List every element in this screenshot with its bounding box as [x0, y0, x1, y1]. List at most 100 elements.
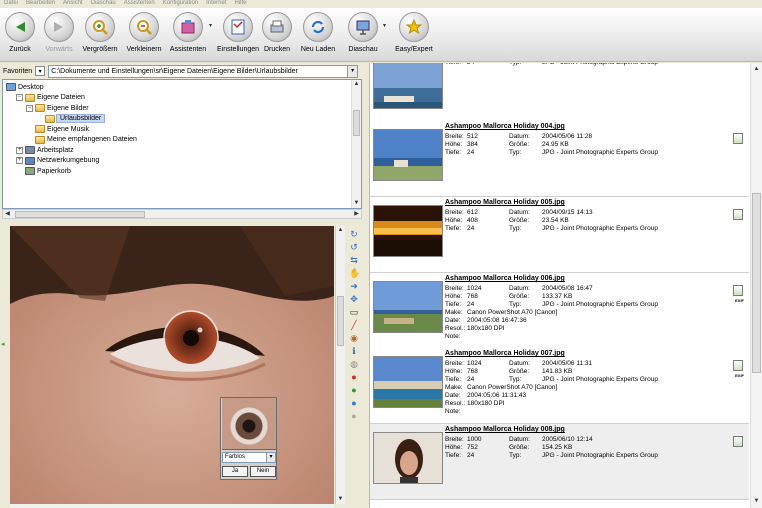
scroll-up-icon[interactable]: ▲ — [336, 226, 345, 235]
menu-item[interactable]: Assistenten — [124, 0, 155, 8]
menu-item[interactable]: Datei — [4, 0, 18, 8]
select-rect-icon[interactable]: ▭ — [349, 307, 359, 317]
menu-item[interactable]: Konfiguration — [163, 0, 198, 8]
tree-hscroll-thumb[interactable] — [15, 211, 145, 218]
move-icon[interactable]: ✥ — [349, 294, 359, 304]
toolbar-button-reload[interactable]: Neu Laden — [298, 8, 338, 62]
file-title[interactable]: Ashampoo Mallorca Holiday 004.jpg — [445, 123, 565, 130]
menu-item[interactable]: Diaschau — [91, 0, 116, 8]
scroll-down-icon[interactable]: ▼ — [336, 495, 345, 504]
yes-button[interactable]: Ja — [222, 466, 248, 477]
tree-node[interactable]: − Eigene Bilder — [26, 103, 89, 113]
thumbnail[interactable] — [373, 356, 443, 408]
info-icon[interactable]: ℹ — [349, 346, 359, 356]
scroll-up-icon[interactable]: ▲ — [352, 80, 361, 89]
tree-node[interactable]: Urlaubsbilder — [36, 114, 106, 124]
toolbar-button-star[interactable]: Easy/Expert — [392, 8, 436, 62]
red-dot-icon[interactable]: ● — [349, 372, 359, 382]
expander-icon[interactable]: + — [16, 146, 23, 154]
tree-node[interactable]: + Netzwerkumgebung — [16, 156, 99, 166]
hand-tool-icon[interactable]: ✋ — [349, 268, 360, 278]
image-preview[interactable] — [10, 226, 334, 504]
file-title[interactable]: Ashampoo Mallorca Holiday 006.jpg — [445, 275, 565, 282]
scroll-right-icon[interactable]: ▶ — [352, 210, 361, 219]
thumbnail[interactable] — [373, 129, 443, 181]
file-list-item[interactable]: Höhe:384Größe:34.03 KBTiefe:24Typ:JPG - … — [370, 63, 749, 125]
expander-icon[interactable]: + — [16, 157, 23, 164]
tree-node[interactable]: + Arbeitsplatz — [16, 145, 74, 155]
toolbar-button-zoom-in[interactable]: Vergrößern — [80, 8, 120, 62]
thumbnail[interactable] — [373, 432, 443, 484]
no-button[interactable]: Nein — [250, 466, 276, 477]
red-eye-icon[interactable]: ◉ — [349, 333, 359, 343]
tree-node[interactable]: Papierkorb — [16, 166, 71, 176]
flip-icon[interactable]: ⇆ — [349, 255, 359, 265]
green-dot-icon[interactable]: ● — [349, 385, 359, 395]
preview-horizontal-scrollbar[interactable] — [10, 504, 334, 508]
dropdown-arrow-icon[interactable]: ▾ — [383, 22, 386, 29]
toolbar-button-back[interactable]: Zurück — [4, 8, 36, 62]
scroll-up-icon[interactable]: ▲ — [752, 65, 761, 74]
gray-dot-icon[interactable]: ● — [349, 411, 359, 421]
file-title[interactable]: Ashampoo Mallorca Holiday 007.jpg — [445, 350, 565, 357]
toolbar-button-slideshow[interactable]: Diaschau ▾ — [344, 8, 386, 62]
preview-scroll-thumb[interactable] — [337, 296, 344, 346]
toolbar-button-forward[interactable]: Vorwärts — [42, 8, 76, 62]
tree-node[interactable]: Desktop — [6, 82, 44, 92]
file-list-item[interactable]: Ashampoo Mallorca Holiday 007.jpg Breite:… — [370, 348, 749, 424]
meta-text: Typ: — [509, 225, 522, 232]
menu-item[interactable]: Bearbeiten — [26, 0, 55, 8]
blue-dot-icon[interactable]: ● — [349, 398, 359, 408]
tree-vertical-scrollbar[interactable]: ▲ ▼ — [351, 80, 361, 208]
tree-node[interactable]: Eigene Musik — [26, 124, 89, 134]
color-icon[interactable]: ◍ — [349, 359, 359, 369]
rotate-left-icon[interactable]: ↺ — [349, 242, 359, 252]
favorites-label[interactable]: Favoriten — [3, 68, 32, 75]
meta-text: 24 — [467, 149, 475, 156]
file-title[interactable]: Ashampoo Mallorca Holiday 008.jpg — [445, 426, 565, 433]
arrow-tool-icon[interactable]: ➜ — [349, 281, 359, 291]
scroll-left-icon[interactable]: ◀ — [3, 210, 12, 219]
back-icon — [5, 12, 35, 42]
thumbnail[interactable] — [373, 281, 443, 333]
toolbar-button-zoom-out[interactable]: Verkleinern — [124, 8, 164, 62]
expander-icon[interactable]: − — [16, 94, 23, 101]
file-list-item[interactable]: Ashampoo Mallorca Holiday 008.jpg Breite:… — [370, 424, 749, 500]
favorites-dropdown-icon[interactable]: ▾ — [35, 66, 46, 76]
tree-scroll-thumb[interactable] — [353, 110, 360, 136]
file-list-item[interactable]: Ashampoo Mallorca Holiday 005.jpg Breite:… — [370, 197, 749, 273]
thumbnail[interactable] — [373, 205, 443, 257]
menu-item[interactable]: Ansicht — [63, 0, 83, 8]
rotate-right-icon[interactable]: ↻ — [349, 229, 359, 239]
eye-closeup-image — [10, 226, 334, 504]
expander-icon[interactable]: − — [26, 104, 33, 112]
path-field[interactable]: C:\Dokumente und Einstellungen\sr\Eigene… — [48, 64, 359, 78]
path-dropdown-icon[interactable]: ▾ — [347, 65, 358, 77]
scroll-down-icon[interactable]: ▼ — [752, 497, 761, 506]
thumbnail[interactable] — [373, 63, 443, 109]
preview-vertical-scrollbar[interactable]: ▲ ▼ — [335, 226, 345, 504]
file-title[interactable]: Ashampoo Mallorca Holiday 005.jpg — [445, 199, 565, 206]
toolbar-label: Easy/Expert — [395, 46, 433, 53]
tree-node[interactable]: Meine empfangenen Dateien — [26, 135, 137, 145]
toolbar-button-settings[interactable]: Einstellungen — [214, 8, 262, 62]
splitter-handle-icon[interactable]: ◂ — [1, 340, 7, 348]
tree-node[interactable]: − Eigene Dateien — [16, 93, 85, 103]
toolbar-button-print[interactable]: Drucken — [262, 8, 292, 62]
color-select[interactable]: Farblos ▾ — [222, 452, 276, 463]
menu-item[interactable]: Internet — [206, 0, 226, 8]
meta-text: Date: — [445, 317, 461, 324]
scroll-down-icon[interactable]: ▼ — [352, 199, 361, 208]
pen-icon[interactable]: ╱ — [349, 320, 359, 330]
list-vertical-scrollbar[interactable]: ▲ ▼ — [750, 63, 762, 508]
file-list-item[interactable]: Ashampoo Mallorca Holiday 004.jpg Breite:… — [370, 121, 749, 197]
toolbar-button-wizard[interactable]: Assistenten ▾ — [168, 8, 212, 62]
menu-item[interactable]: Hilfe — [235, 0, 247, 8]
list-scroll-thumb[interactable] — [752, 193, 761, 373]
tree-horizontal-scrollbar[interactable]: ◀ ▶ — [2, 209, 362, 219]
dropdown-arrow-icon[interactable]: ▾ — [209, 22, 212, 29]
file-meta-row: Höhe: 384 Größe: 24.95 KB — [445, 141, 735, 149]
image-file-icon — [733, 360, 743, 371]
file-list-item[interactable]: Ashampoo Mallorca Holiday 006.jpg Breite:… — [370, 273, 749, 349]
chevron-down-icon[interactable]: ▾ — [266, 453, 275, 462]
